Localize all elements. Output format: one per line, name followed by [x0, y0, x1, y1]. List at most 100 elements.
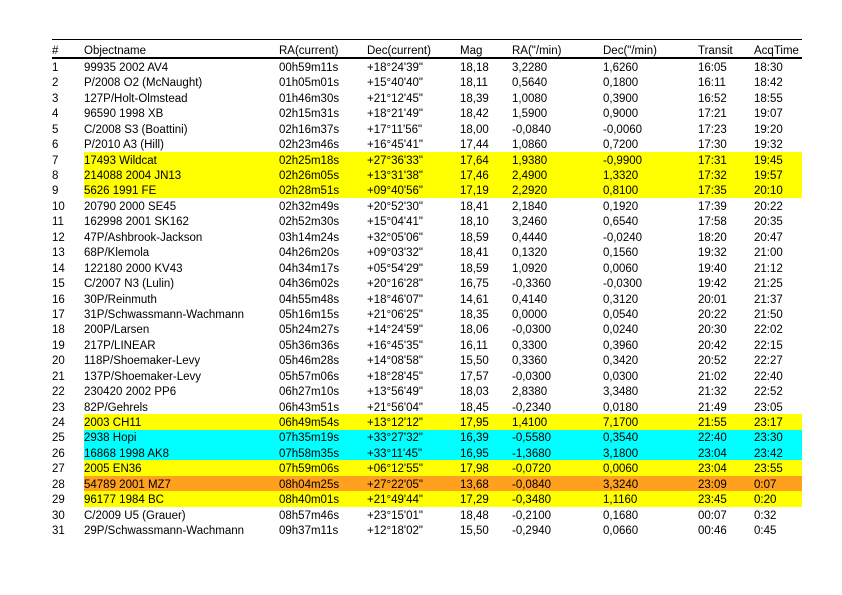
cell-ra: 02h23m46s: [279, 139, 340, 152]
cell-dec-rate: 3,1800: [603, 444, 698, 461]
cell-dec: +05°54'29": [367, 262, 423, 275]
cell-ra-rate: -0,2100: [512, 509, 552, 522]
cell-mag: 16,39: [460, 429, 512, 445]
cell-transit: 17:30: [698, 139, 727, 152]
table-row[interactable]: 30 C/2009 U5 (Grauer) 08h57m46s +23°15'01" 1…: [52, 507, 802, 522]
table-row[interactable]: 8 214088 2004 JN13 02h26m05s +13°31'38" 17,4…: [52, 167, 802, 183]
cell-index: 17: [52, 308, 65, 321]
cell-mag: 18,10: [460, 216, 489, 229]
cell-index: 24: [52, 417, 65, 429]
cell-acqtime: 18:42: [754, 77, 783, 90]
table-row[interactable]: 15 C/2007 N3 (Lulin) 04h36m02s +20°16'28" 16…: [52, 275, 802, 290]
table-row[interactable]: 5 C/2008 S3 (Boattini) 02h16m37s +17°11'56"…: [52, 121, 802, 136]
cell-acqtime: 19:20: [754, 123, 783, 136]
table-row[interactable]: 14 122180 2000 KV43 04h34m17s +05°54'29" 18,…: [52, 260, 802, 275]
cell-ra-rate: 0,3360: [512, 355, 548, 368]
cell-ra: 08h04m25s: [279, 475, 367, 492]
cell-objectname: 127P/Holt-Olmstead: [84, 92, 188, 105]
cell-dec-rate: 0,9000: [603, 108, 639, 121]
table-row[interactable]: 18 200P/Larsen 05h24m27s +14°24'59" 18,06 -0,…: [52, 321, 802, 336]
table-row[interactable]: 10 20790 2000 SE45 02h32m49s +20°52'30" 18,4…: [52, 198, 802, 213]
cell-mag: 15,50: [460, 355, 489, 368]
cell-dec-rate: 0,0540: [603, 308, 639, 321]
cell-ra-rate: -0,0300: [512, 324, 552, 337]
table-row[interactable]: 9 5626 1991 FE 02h28m51s +09°40'56" 17,19 2,2…: [52, 182, 802, 198]
table-row[interactable]: 17 31P/Schwassmann-Wachmann 05h16m15s +21°0…: [52, 306, 802, 321]
table-row[interactable]: 1 99935 2002 AV4 00h59m11s +18°24'39" 18,18 3…: [52, 58, 802, 74]
cell-dec-rate: -0,0060: [603, 123, 643, 136]
column-header-index[interactable]: #: [52, 40, 84, 59]
table-row[interactable]: 27 2005 EN36 07h59m06s +06°12'55" 17,98 -0,07…: [52, 460, 802, 476]
table-row[interactable]: 31 29P/Schwassmann-Wachmann 09h37m11s +12°1…: [52, 522, 802, 537]
table-row[interactable]: 23 82P/Gehrels 06h43m51s +21°56'04" 18,45 -0,…: [52, 399, 802, 414]
cell-dec: +17°11'56": [367, 123, 423, 136]
table-body: 1 99935 2002 AV4 00h59m11s +18°24'39" 18,18 3…: [52, 58, 802, 538]
cell-mag: 17,44: [460, 139, 489, 152]
cell-index: 25: [52, 432, 65, 445]
table-row[interactable]: 24 2003 CH11 06h49m54s +13°12'12" 17,95 1,410…: [52, 414, 802, 430]
column-header-ra-current[interactable]: RA(current): [279, 40, 367, 59]
column-header-transit[interactable]: Transit: [698, 40, 754, 59]
table-row[interactable]: 6 P/2010 A3 (Hill) 02h23m46s +16°45'41" 17,4…: [52, 136, 802, 151]
cell-mag: 17,98: [460, 460, 512, 476]
cell-objectname: 31P/Schwassmann-Wachmann: [84, 308, 245, 321]
table-row[interactable]: 7 17493 Wildcat 02h25m18s +27°36'33" 17,64 1,…: [52, 151, 802, 168]
cell-acqtime: 22:15: [754, 339, 783, 352]
cell-objectname: 2005 EN36: [84, 460, 279, 476]
table-row[interactable]: 11 162998 2001 SK162 02h52m30s +15°04'41" 18…: [52, 213, 802, 228]
cell-transit: 23:45: [698, 491, 754, 507]
cell-acqtime: 20:47: [754, 231, 783, 244]
cell-transit: 21:02: [698, 370, 727, 383]
cell-ra: 02h26m05s: [279, 167, 367, 183]
table-row[interactable]: 22 230420 2002 PP6 06h27m10s +13°56'49" 18,0…: [52, 383, 802, 398]
cell-index: 27: [52, 463, 65, 476]
cell-index: 31: [52, 525, 65, 538]
cell-acqtime: 23:05: [754, 401, 783, 414]
cell-transit: 19:40: [698, 262, 727, 275]
table-row[interactable]: 29 96177 1984 BC 08h40m01s +21°49'44" 17,29-…: [52, 491, 802, 507]
column-header-acqtime[interactable]: AcqTime: [754, 40, 802, 59]
table-row[interactable]: 26 16868 1998 AK8 07h58m35s +33°11'45" 16,95…: [52, 444, 802, 461]
cell-mag: 18,45: [460, 401, 489, 414]
table-row[interactable]: 3 127P/Holt-Olmstead 01h46m30s +21°12'45" 18…: [52, 90, 802, 105]
cell-ra: 07h59m06s: [279, 460, 367, 476]
cell-dec-rate: 3,3480: [603, 386, 639, 399]
cell-mag: 18,39: [460, 92, 489, 105]
cell-ra: 04h26m20s: [279, 247, 340, 260]
cell-transit: 17:58: [698, 216, 727, 229]
table-row[interactable]: 21 137P/Shoemaker-Levy 05h57m06s +18°28'45"…: [52, 368, 802, 383]
cell-acqtime: 20:10: [754, 182, 802, 198]
table-row[interactable]: 28 54789 2001 MZ7 08h04m25s +27°22'05" 13,68…: [52, 475, 802, 492]
table-row[interactable]: 12 47P/Ashbrook-Jackson 03h14m24s +32°05'06…: [52, 229, 802, 244]
column-header-mag[interactable]: Mag: [460, 40, 512, 59]
cell-dec: +21°06'25": [367, 308, 423, 321]
cell-mag: 16,11: [460, 339, 488, 352]
column-header-dec-current[interactable]: Dec(current): [367, 40, 460, 59]
cell-index: 7: [52, 154, 59, 167]
cell-index: 2: [52, 77, 59, 90]
cell-acqtime: 23:17: [754, 414, 802, 430]
cell-ra: 04h34m17s: [279, 262, 340, 275]
table-row[interactable]: 19 217P/LINEAR 05h36m36s +16°45'35" 16,11 0,3…: [52, 337, 802, 352]
cell-dec: +13°12'12": [367, 414, 460, 430]
cell-ra: 02h16m37s: [279, 123, 340, 136]
cell-acqtime: 0:32: [754, 509, 777, 522]
cell-objectname: 122180 2000 KV43: [84, 262, 183, 275]
column-header-dec-rate[interactable]: Dec("/min): [603, 40, 698, 59]
cell-ra: 02h28m51s: [279, 182, 367, 198]
table-row[interactable]: 25 2938 Hopi 07h35m19s +33°27'32" 16,39 -0,55…: [52, 429, 802, 445]
column-header-ra-rate[interactable]: RA("/min): [512, 40, 603, 59]
table-row[interactable]: 2 P/2008 O2 (McNaught) 01h05m01s +15°40'40"…: [52, 74, 802, 89]
cell-ra-rate: -0,3360: [512, 278, 552, 291]
cell-ra: 02h32m49s: [279, 200, 340, 213]
cell-dec: +13°56'49": [367, 386, 423, 399]
table-row[interactable]: 20 118P/Shoemaker-Levy 05h46m28s +14°08'58"…: [52, 352, 802, 367]
column-header-objectname[interactable]: Objectname: [84, 40, 279, 59]
table-row[interactable]: 13 68P/Klemola 04h26m20s +09°03'32" 18,41 0,1…: [52, 244, 802, 259]
cell-transit: 16:11: [698, 77, 726, 90]
cell-ra: 04h55m48s: [279, 293, 340, 306]
cell-ra-rate: -0,0840: [512, 123, 552, 136]
table-row[interactable]: 16 30P/Reinmuth 04h55m48s +18°46'07" 14,61 0,…: [52, 291, 802, 306]
cell-acqtime: 18:55: [754, 92, 783, 105]
table-row[interactable]: 4 96590 1998 XB 02h15m31s +18°21'49" 18,42 1,…: [52, 105, 802, 120]
